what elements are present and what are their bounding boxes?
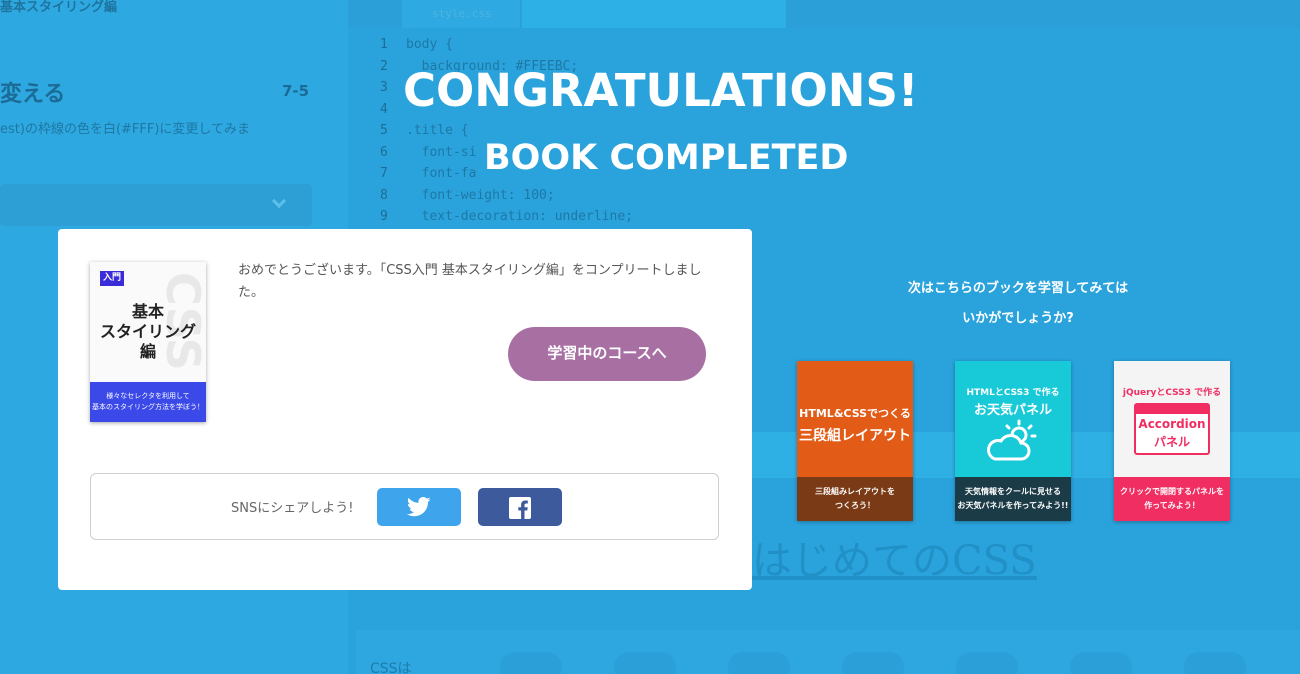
completed-book-cover: 入門 CSS 基本 スタイリング 編 様々なセレクタを利用して 基本のスタイリン… xyxy=(90,262,206,422)
book-title-line: お天気パネル xyxy=(973,403,1052,418)
book-desc-line: 作ってみよう！ xyxy=(1144,501,1200,510)
recommendation-text: 次はこちらのブックを学習してみては いかがでしょうか? xyxy=(860,274,1176,334)
recommended-book-three-column[interactable]: HTML&CSSでつくる 三段組レイアウト 三段組みレイアウトを つくろう！ xyxy=(797,361,913,521)
twitter-icon xyxy=(407,497,431,517)
book-cover-bottom: 天気情報をクールに見せる お天気パネルを作ってみよう!! xyxy=(955,477,1071,521)
book-title-line: jQueryとCSS3 で作る xyxy=(1122,388,1222,398)
book-desc-line: クリックで開閉するパネルを xyxy=(1120,487,1224,496)
book-desc-line: 三段組みレイアウトを xyxy=(815,487,895,496)
share-label: SNSにシェアしよう! xyxy=(231,501,354,516)
book-completed-heading: BOOK COMPLETED xyxy=(484,138,849,178)
facebook-icon xyxy=(509,497,531,519)
book-title-line: HTMLとCSS3 で作る xyxy=(966,388,1060,398)
book-desc-line: つくろう！ xyxy=(835,501,875,510)
accordion-panel-illustration: Accordion パネル xyxy=(1134,403,1210,455)
recommendation-line: 次はこちらのブックを学習してみては xyxy=(907,281,1129,296)
completion-card: 入門 CSS 基本 スタイリング 編 様々なセレクタを利用して 基本のスタイリン… xyxy=(58,229,752,590)
cover-strip-line: 様々なセレクタを利用して xyxy=(106,392,190,400)
cover-strip-line: 基本のスタイリング方法を学ぼう！ xyxy=(92,403,204,411)
cover-title-line: スタイリング xyxy=(99,322,196,341)
sun-cloud-icon xyxy=(987,419,1037,461)
book-cover-top: HTML&CSSでつくる 三段組レイアウト xyxy=(797,361,913,477)
cover-strip: 様々なセレクタを利用して 基本のスタイリング方法を学ぼう！ xyxy=(90,382,206,422)
book-desc-line: お天気パネルを作ってみよう!! xyxy=(957,501,1069,510)
go-to-course-button[interactable]: 学習中のコースへ xyxy=(508,327,706,381)
book-cover-bottom: クリックで開閉するパネルを 作ってみよう！ xyxy=(1114,477,1230,521)
twitter-share-button[interactable] xyxy=(377,488,461,526)
intro-badge: 入門 xyxy=(100,271,125,286)
recommended-book-accordion-panel[interactable]: jQueryとCSS3 で作る Accordion パネル クリックで開閉するパ… xyxy=(1114,361,1230,521)
completion-message: おめでとうございます。「CSS入門 基本スタイリング編」をコンプリートしました。 xyxy=(238,263,702,300)
facebook-share-button[interactable] xyxy=(478,488,562,526)
completion-modal: CONGRATULATIONS! BOOK COMPLETED 入門 CSS 基… xyxy=(0,0,1300,674)
book-cover-top: HTMLとCSS3 で作る お天気パネル xyxy=(955,361,1071,477)
cover-title-line: 基本 xyxy=(131,302,164,321)
book-title-line: HTML&CSSでつくる xyxy=(799,407,911,420)
book-cover-top: jQueryとCSS3 で作る Accordion パネル xyxy=(1114,361,1230,477)
recommendation-line: いかがでしょうか? xyxy=(962,311,1074,326)
cover-title-line: 編 xyxy=(139,342,156,361)
cover-title: 基本 スタイリング 編 xyxy=(90,302,206,362)
sns-share-box: SNSにシェアしよう! xyxy=(90,473,719,540)
book-cover-bottom: 三段組みレイアウトを つくろう！ xyxy=(797,477,913,521)
book-title-line: 三段組レイアウト xyxy=(799,428,911,444)
panel-header-bar xyxy=(1136,405,1208,414)
congratulations-heading: CONGRATULATIONS! xyxy=(403,64,919,117)
book-desc-line: 天気情報をクールに見せる xyxy=(965,487,1061,496)
book-title-line: パネル xyxy=(1153,435,1190,449)
recommended-book-weather-panel[interactable]: HTMLとCSS3 で作る お天気パネル 天気情報をクールに見せる お天気パネル… xyxy=(955,361,1071,521)
book-title-line: Accordion xyxy=(1138,417,1206,431)
